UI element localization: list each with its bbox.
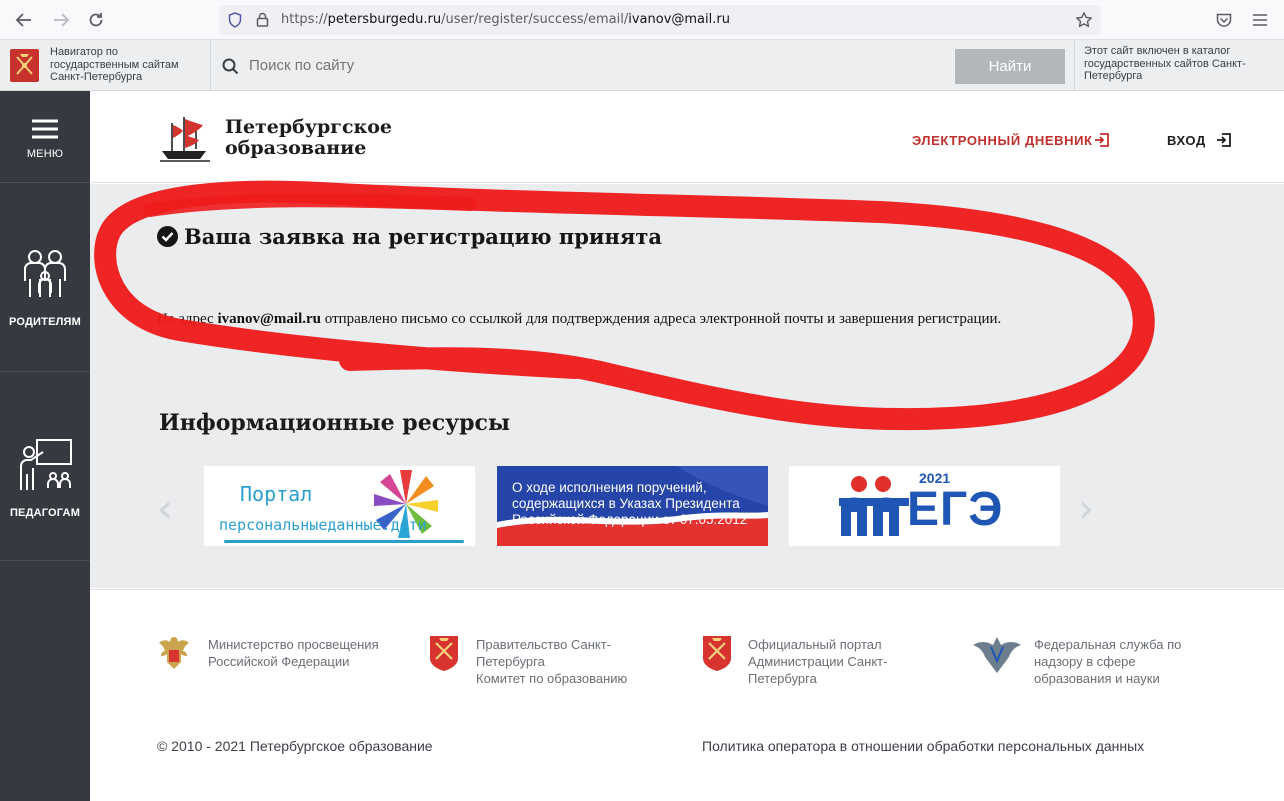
footer: Министерство просвещения Российской Феде…: [90, 589, 1284, 801]
bookmark-star-icon[interactable]: [1075, 11, 1093, 29]
menu-icon: [32, 119, 58, 139]
sidebar-item-menu[interactable]: МЕНЮ: [0, 91, 90, 183]
ege-people-logo-icon: [839, 476, 909, 536]
main-content: Ваша заявка на регистрацию принята На ад…: [90, 184, 1284, 588]
success-title: Ваша заявка на регистрацию принята: [157, 224, 662, 249]
gov-navigator-link[interactable]: Навигатор по государственным сайтам Санк…: [50, 46, 200, 84]
russia-eagle-emblem-icon[interactable]: [157, 633, 191, 673]
banner-presidential-decrees[interactable]: О ходе исполнения поручений, содержащихс…: [497, 466, 768, 546]
success-title-text: Ваша заявка на регистрацию принята: [184, 224, 662, 249]
footer-link-ministry[interactable]: Министерство просвещения Российской Феде…: [208, 636, 408, 670]
sidebar-item-label: МЕНЮ: [26, 148, 64, 160]
banner-personal-data-portal[interactable]: Портал персональныеданные.дети: [204, 466, 475, 546]
back-arrow-icon[interactable]: [12, 8, 36, 32]
parents-icon: [24, 250, 66, 297]
electronic-diary-link[interactable]: ЭЛЕКТРОННЫЙ ДНЕВНИК: [912, 133, 1093, 148]
check-circle-icon: [157, 226, 178, 247]
hamburger-menu-icon[interactable]: [1248, 8, 1272, 32]
banner-ege-text: ЕГЭ: [907, 483, 1004, 536]
carousel-prev-button[interactable]: ‹: [157, 486, 173, 532]
sidebar-item-label: ПЕДАГОГАМ: [9, 507, 81, 519]
site-search-input[interactable]: [249, 57, 939, 74]
sidebar-item-parents[interactable]: РОДИТЕЛЯМ: [0, 183, 90, 372]
ship-logo-icon[interactable]: [160, 111, 210, 163]
login-enter-icon[interactable]: [1216, 132, 1232, 148]
rosobrnadzor-emblem-icon[interactable]: [973, 633, 1021, 675]
pocket-icon[interactable]: [1212, 8, 1236, 32]
teacher-icon: [20, 439, 72, 490]
spb-portal-crest-icon[interactable]: [700, 633, 734, 673]
forward-arrow-icon[interactable]: [49, 8, 73, 32]
address-bar[interactable]: https://petersburgedu.ru/user/register/s…: [219, 5, 1101, 35]
copyright: © 2010 - 2021 Петербургское образование: [157, 738, 433, 754]
sidebar: МЕНЮ РОДИТЕЛЯМ ПЕДАГОГАМ: [0, 91, 90, 801]
diary-enter-icon[interactable]: [1094, 132, 1110, 148]
sidebar-item-label: РОДИТЕЛЯМ: [9, 316, 81, 328]
gov-navigator-bar: Навигатор по государственным сайтам Санк…: [0, 40, 1284, 91]
privacy-policy-link[interactable]: Политика оператора в отношении обработки…: [702, 738, 1144, 754]
success-message: На адрес ivanov@mail.ru отправлено письм…: [157, 311, 1002, 327]
spb-government-crest-icon[interactable]: [427, 633, 461, 673]
reload-icon[interactable]: [84, 8, 108, 32]
login-link[interactable]: ВХОД: [1167, 133, 1206, 148]
spb-crest-icon[interactable]: [10, 49, 39, 82]
banner-underline: [224, 540, 464, 543]
banner-portal-subtitle: персональныеданные.дети: [219, 516, 427, 534]
gov-catalog-link[interactable]: Этот сайт включен в каталог государствен…: [1084, 45, 1279, 83]
site-header: Петербургское образование ЭЛЕКТРОННЫЙ ДН…: [90, 91, 1284, 183]
sidebar-item-teachers[interactable]: ПЕДАГОГАМ: [0, 372, 90, 561]
browser-toolbar: https://petersburgedu.ru/user/register/s…: [0, 0, 1284, 40]
footer-link-rosobrnadzor[interactable]: Федеральная служба по надзору в сфере об…: [1034, 636, 1214, 687]
site-logo-title[interactable]: Петербургское образование: [225, 117, 392, 159]
url-text[interactable]: https://petersburgedu.ru/user/register/s…: [281, 12, 730, 27]
footer-link-spb-government[interactable]: Правительство Санкт-Петербурга Комитет п…: [476, 636, 656, 687]
find-button[interactable]: Найти: [955, 49, 1065, 84]
registered-email: ivanov@mail.ru: [217, 311, 322, 327]
carousel-next-button[interactable]: ›: [1078, 486, 1094, 532]
divider: [210, 40, 211, 91]
banner-decree-text: О ходе исполнения поручений, содержащихс…: [512, 480, 748, 527]
search-icon: [222, 58, 239, 75]
footer-link-spb-portal[interactable]: Официальный портал Администрации Санкт-П…: [748, 636, 918, 687]
banner-ege-2021[interactable]: 2021 ЕГЭ: [789, 466, 1060, 546]
shield-icon[interactable]: [228, 12, 242, 28]
banner-portal-title: Портал: [240, 482, 313, 506]
lock-icon[interactable]: [256, 12, 269, 27]
divider: [1074, 40, 1075, 91]
resources-title: Информационные ресурсы: [159, 410, 511, 436]
